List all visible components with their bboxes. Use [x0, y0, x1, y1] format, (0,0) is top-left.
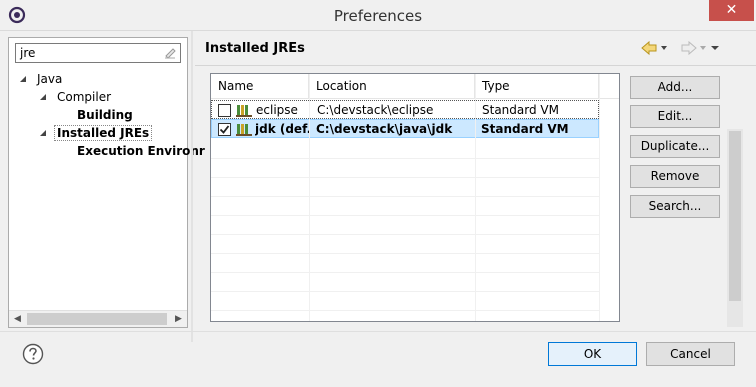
footer-divider — [0, 331, 756, 332]
jre-library-icon — [236, 124, 252, 136]
grid-line — [211, 196, 599, 197]
column-header-type[interactable]: Type — [475, 74, 599, 99]
scrollbar-thumb[interactable] — [729, 131, 741, 301]
row-checkbox[interactable] — [218, 104, 231, 117]
jre-name: jdk (def... — [255, 122, 309, 136]
tree-item-label: Compiler — [57, 90, 112, 104]
grid-line — [211, 158, 599, 159]
grid-line — [211, 291, 599, 292]
row-checkbox[interactable] — [218, 123, 231, 136]
help-icon[interactable] — [22, 343, 44, 365]
scroll-left-icon[interactable]: ◀ — [9, 311, 26, 328]
grid-line — [211, 310, 599, 311]
scroll-right-icon[interactable]: ▶ — [170, 311, 187, 328]
tree-item-building[interactable]: Building — [77, 106, 133, 124]
table-header: Name Location Type — [211, 74, 619, 99]
tree-item-label: Java — [37, 72, 63, 86]
filter-input[interactable]: jre — [15, 43, 181, 63]
view-menu-icon[interactable] — [711, 46, 719, 50]
tree-item-label: Execution Environr — [77, 144, 205, 158]
column-header-location[interactable]: Location — [309, 74, 475, 99]
window-title: Preferences — [333, 7, 423, 25]
scrollbar-thumb[interactable] — [27, 313, 167, 325]
tree-item-java[interactable]: Java — [19, 70, 62, 88]
navigation-toolbar — [641, 40, 719, 56]
preference-tree-pane: jre Java Compiler Building Installed JRE… — [8, 37, 205, 328]
table-row[interactable]: eclipse C:\devstack\eclipse Standard VM — [211, 100, 599, 119]
jre-name: eclipse — [256, 103, 298, 117]
search-button[interactable]: Search... — [630, 195, 720, 218]
tree-item-execution-environments[interactable]: Execution Environr — [77, 142, 205, 160]
column-divider — [599, 74, 600, 321]
grid-line — [211, 215, 599, 216]
expanded-arrow-icon[interactable] — [19, 75, 27, 83]
ok-button[interactable]: OK — [548, 342, 637, 366]
preference-tree: Java Compiler Building Installed JREs Ex… — [9, 68, 205, 308]
column-divider — [475, 74, 476, 321]
add-button[interactable]: Add... — [630, 76, 720, 99]
close-window-button[interactable]: ✕ — [709, 0, 754, 21]
jre-type: Standard VM — [481, 122, 569, 136]
column-header-name[interactable]: Name — [211, 74, 309, 99]
tree-horizontal-scrollbar[interactable]: ◀ ▶ — [9, 310, 187, 327]
table-row[interactable]: jdk (def... C:\devstack\java\jdk Standar… — [211, 119, 599, 138]
column-divider — [309, 74, 310, 321]
jre-location: C:\devstack\eclipse — [317, 103, 434, 117]
grid-line — [211, 177, 599, 178]
tree-item-label: Building — [77, 108, 133, 122]
duplicate-button[interactable]: Duplicate... — [630, 135, 720, 158]
pane-splitter[interactable] — [191, 31, 193, 342]
tree-item-compiler[interactable]: Compiler — [39, 88, 111, 106]
forward-dropdown-icon[interactable] — [700, 46, 706, 50]
expanded-arrow-icon[interactable] — [39, 129, 47, 137]
page-vertical-scrollbar[interactable] — [727, 129, 743, 327]
dialog-client-area: jre Java Compiler Building Installed JRE… — [0, 31, 756, 387]
grid-line — [211, 272, 599, 273]
jre-location: C:\devstack\java\jdk — [316, 122, 453, 136]
page-title: Installed JREs — [205, 41, 305, 56]
tree-item-installed-jres[interactable]: Installed JREs — [39, 124, 153, 142]
filter-text: jre — [20, 46, 36, 60]
jre-type: Standard VM — [482, 103, 559, 117]
edit-button[interactable]: Edit... — [630, 105, 720, 128]
jre-library-icon — [236, 105, 252, 117]
back-dropdown-icon[interactable] — [661, 46, 667, 50]
cancel-button[interactable]: Cancel — [646, 342, 735, 366]
remove-button[interactable]: Remove — [630, 165, 720, 188]
forward-arrow-icon[interactable] — [681, 40, 697, 56]
back-arrow-icon[interactable] — [641, 40, 657, 56]
page-header-divider — [195, 65, 756, 66]
expanded-arrow-icon[interactable] — [39, 93, 47, 101]
clear-filter-icon[interactable] — [163, 46, 177, 60]
grid-line — [211, 234, 599, 235]
tree-item-label: Installed JREs — [54, 125, 153, 141]
installed-jres-table[interactable]: Name Location Type eclipse C:\devstack\e… — [210, 73, 620, 322]
grid-line — [211, 253, 599, 254]
title-bar: Preferences ✕ — [0, 0, 756, 31]
checkmark-icon — [219, 125, 230, 134]
